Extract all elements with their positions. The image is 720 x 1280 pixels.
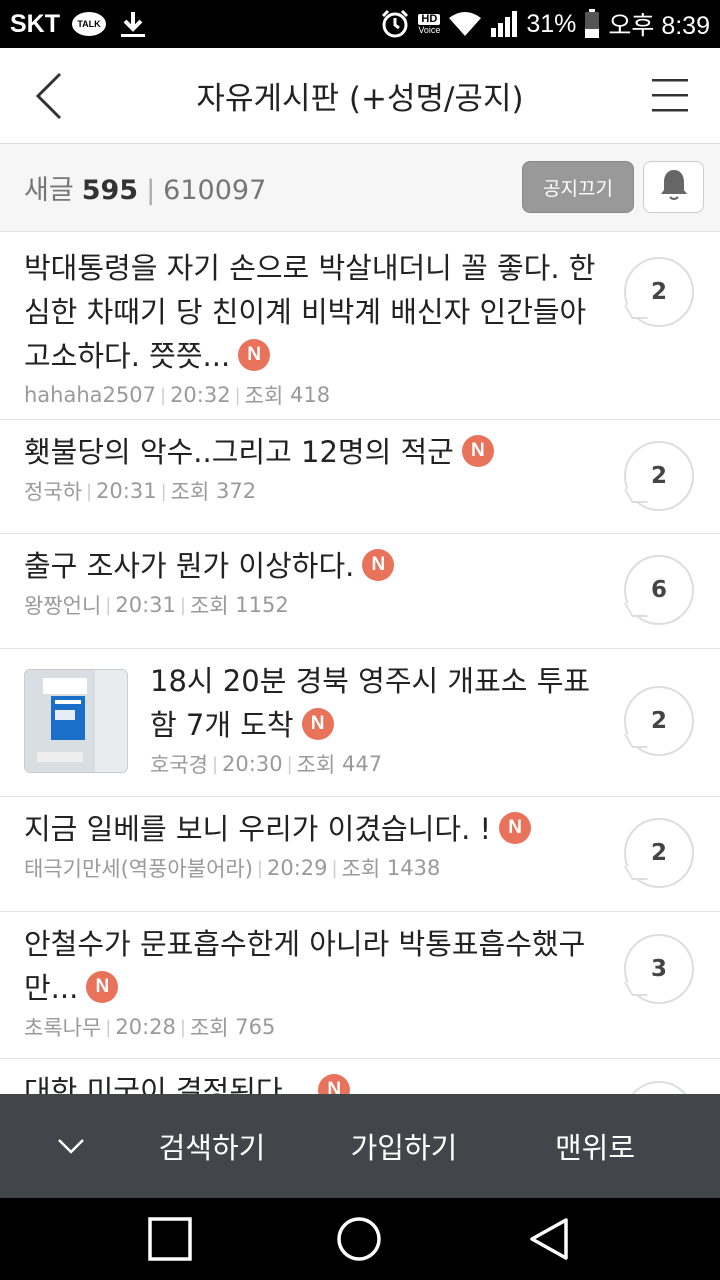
signal-icon bbox=[490, 10, 518, 38]
new-badge-icon: N bbox=[461, 435, 494, 467]
post-time: 20:28 bbox=[115, 1015, 176, 1039]
list-item[interactable]: 18시 20분 경북 영주시 개표소 투표함 7개 도착 N 호국경 | 20:30… bbox=[0, 649, 720, 797]
post-count: 새글 595 | 610097 bbox=[24, 168, 266, 207]
comment-count-button[interactable]: 3 bbox=[624, 934, 694, 1004]
back-arrow-icon[interactable] bbox=[28, 70, 78, 122]
new-badge-icon: N bbox=[86, 971, 119, 1003]
post-time: 20:32 bbox=[170, 383, 231, 407]
new-badge-icon: N bbox=[238, 339, 271, 371]
comment-count-button[interactable]: 2 bbox=[624, 818, 694, 888]
list-item[interactable]: 안철수가 문표흡수한게 아니라 박통표흡수했구만... N 초록나무 | 20:28… bbox=[0, 912, 720, 1059]
post-list: 박대통령을 자기 손으로 박살내더니 꼴 좋다. 한심한 차때기 당 친이계 비… bbox=[0, 236, 720, 1159]
post-author: 호국경 bbox=[150, 753, 208, 777]
list-item[interactable]: 박대통령을 자기 손으로 박살내더니 꼴 좋다. 한심한 차때기 당 친이계 비… bbox=[0, 236, 720, 420]
post-views: 1438 bbox=[386, 856, 441, 880]
post-title[interactable]: 안철수가 문표흡수한게 아니라 박통표흡수했구만... N bbox=[24, 922, 609, 1010]
bottom-toolbar: 검색하기 가입하기 맨위로 bbox=[0, 1094, 720, 1198]
battery-icon bbox=[584, 9, 600, 39]
views-label: 조회 bbox=[170, 480, 210, 504]
list-item[interactable]: 횃불당의 악수..그리고 12명의 적군 N 정국하 | 20:31 | 조회 372… bbox=[0, 420, 720, 534]
post-time: 20:29 bbox=[266, 856, 328, 880]
new-posts-count: 595 bbox=[81, 175, 139, 206]
post-title[interactable]: 지금 일베를 보니 우리가 이겼습니다. ! N bbox=[24, 807, 609, 851]
post-views: 418 bbox=[290, 383, 331, 407]
post-thumbnail[interactable] bbox=[24, 669, 128, 773]
post-author: 왕짱언니 bbox=[24, 594, 102, 618]
wifi-icon bbox=[448, 10, 482, 38]
post-author: 초록나무 bbox=[24, 1016, 102, 1040]
total-posts-count: 610097 bbox=[163, 175, 267, 206]
notification-bell-button[interactable] bbox=[643, 161, 704, 213]
comment-count-button[interactable]: 2 bbox=[624, 257, 694, 327]
views-label: 조회 bbox=[341, 857, 381, 881]
post-meta: 태극기만세(역풍아불어라) | 20:29 | 조회 1438 bbox=[24, 853, 696, 883]
home-icon[interactable] bbox=[334, 1214, 384, 1264]
post-views: 372 bbox=[215, 479, 257, 503]
comment-count-button[interactable]: 6 bbox=[624, 555, 694, 625]
post-meta: 왕짱언니 | 20:31 | 조회 1152 bbox=[24, 590, 696, 620]
post-author: hahaha2507 bbox=[24, 383, 156, 407]
list-item[interactable]: 지금 일베를 보니 우리가 이겼습니다. ! N 태극기만세(역풍아불어라) | 2… bbox=[0, 797, 720, 912]
post-title[interactable]: 출구 조사가 뭔가 이상하다. N bbox=[24, 544, 609, 588]
hd-voice-icon: HD Voice bbox=[418, 12, 441, 35]
post-time: 20:31 bbox=[115, 593, 176, 617]
post-meta: 초록나무 | 20:28 | 조회 765 bbox=[24, 1012, 696, 1042]
back-icon[interactable] bbox=[524, 1214, 574, 1264]
post-author: 태극기만세(역풍아불어라) bbox=[24, 857, 253, 881]
list-item[interactable]: 출구 조사가 뭔가 이상하다. N 왕짱언니 | 20:31 | 조회 1152 6 bbox=[0, 534, 720, 649]
views-label: 조회 bbox=[244, 384, 284, 408]
status-bar: SKT TALK HD Voice 31% 오후 8:39 bbox=[0, 0, 720, 48]
page-title: 자유게시판 (+성명/공지) bbox=[196, 81, 524, 117]
hamburger-menu-icon[interactable] bbox=[650, 76, 690, 116]
post-views: 447 bbox=[341, 752, 383, 776]
recent-apps-icon[interactable] bbox=[145, 1214, 195, 1264]
views-label: 조회 bbox=[189, 1016, 229, 1040]
download-icon bbox=[118, 9, 148, 39]
join-button[interactable]: 가입하기 bbox=[334, 1094, 474, 1198]
search-button[interactable]: 검색하기 bbox=[142, 1094, 282, 1198]
post-views: 765 bbox=[235, 1015, 276, 1039]
scroll-top-button[interactable]: 맨위로 bbox=[530, 1094, 660, 1198]
post-meta: 호국경 | 20:30 | 조회 447 bbox=[150, 749, 610, 779]
post-views: 1152 bbox=[235, 593, 289, 617]
post-time: 20:31 bbox=[96, 479, 157, 503]
post-author: 정국하 bbox=[24, 480, 82, 504]
kakaotalk-icon: TALK bbox=[72, 12, 106, 36]
post-time: 20:30 bbox=[222, 752, 283, 776]
new-badge-icon: N bbox=[499, 812, 532, 844]
post-title[interactable]: 18시 20분 경북 영주시 개표소 투표함 7개 도착 N bbox=[150, 659, 610, 747]
new-badge-icon: N bbox=[362, 549, 395, 581]
system-nav-bar bbox=[0, 1198, 720, 1280]
app-header: 자유게시판 (+성명/공지) bbox=[0, 48, 720, 144]
carrier-label: SKT bbox=[10, 9, 60, 38]
new-posts-label: 새글 bbox=[24, 175, 74, 206]
bell-icon bbox=[659, 168, 689, 206]
post-meta: 정국하 | 20:31 | 조회 372 bbox=[24, 476, 696, 506]
new-badge-icon: N bbox=[301, 708, 334, 740]
views-label: 조회 bbox=[189, 594, 229, 618]
post-title[interactable]: 횃불당의 악수..그리고 12명의 적군 N bbox=[24, 430, 609, 474]
clock: 오후 8:39 bbox=[608, 12, 710, 40]
views-label: 조회 bbox=[296, 753, 336, 777]
alarm-icon bbox=[380, 9, 410, 39]
post-title[interactable]: 박대통령을 자기 손으로 박살내더니 꼴 좋다. 한심한 차때기 당 친이계 비… bbox=[24, 246, 609, 378]
comment-count-button[interactable]: 2 bbox=[624, 441, 694, 511]
battery-percent: 31% bbox=[526, 9, 577, 38]
count-separator: | bbox=[146, 175, 156, 206]
hide-notices-button[interactable]: 공지끄기 bbox=[522, 161, 634, 213]
chevron-down-icon[interactable] bbox=[56, 1134, 86, 1158]
comment-count-button[interactable]: 2 bbox=[624, 686, 694, 756]
post-meta: hahaha2507 | 20:32 | 조회 418 bbox=[24, 380, 696, 410]
